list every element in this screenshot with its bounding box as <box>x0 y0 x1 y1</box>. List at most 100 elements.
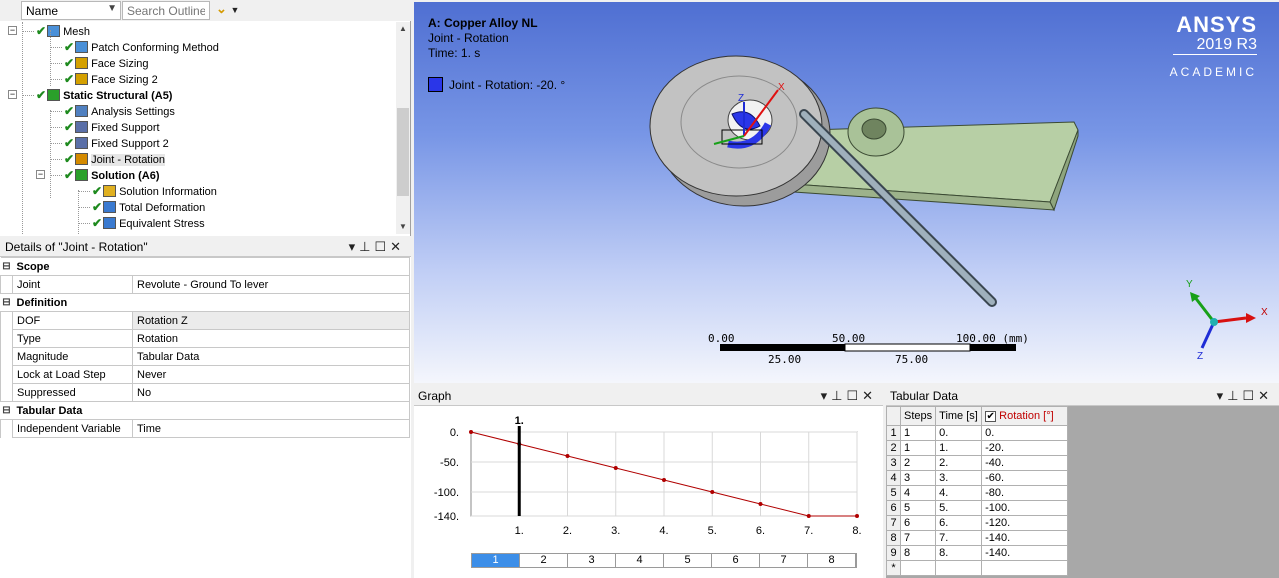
details-row[interactable]: Suppressed No <box>0 383 410 402</box>
step-cell[interactable]: 5 <box>899 500 937 516</box>
tree-item[interactable]: ✔ Solution Information <box>92 183 217 199</box>
maximize-icon[interactable]: ☐ <box>1242 388 1258 403</box>
details-row[interactable]: DOF Rotation Z <box>0 311 410 330</box>
time-cell[interactable]: 7. <box>935 530 983 546</box>
maximize-icon[interactable]: ☐ <box>374 239 390 254</box>
search-outline-input[interactable] <box>122 1 210 20</box>
details-row[interactable]: Joint Revolute - Ground To lever <box>0 275 410 294</box>
step-cell[interactable]: 2 <box>899 455 937 471</box>
empty-cell[interactable] <box>899 560 937 576</box>
rotation-cell[interactable]: -140. <box>981 530 1069 546</box>
close-icon[interactable]: ✕ <box>862 388 877 403</box>
rotation-cell[interactable]: -40. <box>981 455 1069 471</box>
details-value[interactable]: No <box>132 383 410 402</box>
step-cell[interactable]: 6 <box>899 515 937 531</box>
step-cell[interactable]: 1 <box>472 554 520 567</box>
scroll-up-icon[interactable]: ▲ <box>399 24 407 33</box>
time-cell[interactable]: 6. <box>935 515 983 531</box>
details-value[interactable]: Revolute - Ground To lever <box>132 275 410 294</box>
step-cell[interactable]: 3 <box>568 554 616 567</box>
rotation-cell[interactable]: -120. <box>981 515 1069 531</box>
tree-item[interactable]: ✔ Static Structural (A5) <box>36 87 172 103</box>
tabular-window-buttons[interactable]: ▾⊥☐✕ <box>1217 388 1273 404</box>
data-point[interactable] <box>855 514 859 518</box>
step-cell[interactable]: 8 <box>899 545 937 561</box>
name-dropdown[interactable]: Name ▼ <box>21 1 121 20</box>
step-cell[interactable]: 6 <box>712 554 760 567</box>
pin-icon[interactable]: ⊥ <box>359 239 374 254</box>
details-value[interactable]: Time <box>132 419 410 438</box>
dropdown-icon[interactable]: ▾ <box>821 388 832 403</box>
table-row[interactable]: 6 5 5. -100. <box>886 500 1069 516</box>
column-header[interactable]: Time [s] <box>935 406 983 426</box>
data-point[interactable] <box>613 466 618 470</box>
details-group[interactable]: ⊟ Scope <box>0 257 410 276</box>
collapse-toggle[interactable]: − <box>8 90 17 99</box>
time-cell[interactable]: 3. <box>935 470 983 486</box>
details-group[interactable]: ⊟ Tabular Data <box>0 401 410 420</box>
time-cell[interactable]: 0. <box>935 425 983 441</box>
step-cell[interactable]: 1 <box>899 425 937 441</box>
graph-window-buttons[interactable]: ▾⊥☐✕ <box>821 388 877 404</box>
collapse-toggle[interactable]: − <box>8 26 17 35</box>
filter-dropdown-icon[interactable]: ⌄ ▼ <box>216 1 244 20</box>
column-header[interactable]: ✔ Rotation [°] <box>981 406 1069 426</box>
table-row[interactable]: 9 8 8. -140. <box>886 545 1069 561</box>
step-cell[interactable]: 5 <box>664 554 712 567</box>
pin-icon[interactable]: ⊥ <box>831 388 846 403</box>
data-point[interactable] <box>565 454 570 458</box>
tree-item[interactable]: ✔ Face Sizing 2 <box>64 71 158 87</box>
pin-icon[interactable]: ⊥ <box>1227 388 1242 403</box>
step-cell[interactable]: 2 <box>520 554 568 567</box>
outline-scrollbar[interactable]: ▲ ▼ <box>396 22 410 234</box>
graph-step-bar[interactable]: 12345678 <box>471 553 857 568</box>
data-point[interactable] <box>806 514 811 518</box>
table-row[interactable]: 5 4 4. -80. <box>886 485 1069 501</box>
rotation-cell[interactable]: 0. <box>981 425 1069 441</box>
tree-item[interactable]: ✔ Joint - Rotation <box>64 151 166 167</box>
step-cell[interactable]: 4 <box>899 485 937 501</box>
tree-item[interactable]: ✔ Equivalent Stress <box>92 215 205 231</box>
details-row[interactable]: Magnitude Tabular Data <box>0 347 410 366</box>
scroll-thumb[interactable] <box>397 108 409 196</box>
step-cell[interactable]: 8 <box>808 554 856 567</box>
details-row[interactable]: Lock at Load Step Never <box>0 365 410 384</box>
collapse-icon[interactable]: ⊟ <box>0 257 13 276</box>
data-point[interactable] <box>710 490 715 494</box>
tree-item[interactable]: ✔ Total Deformation <box>92 199 205 215</box>
table-row[interactable]: 1 1 0. 0. <box>886 425 1069 441</box>
table-row[interactable]: 4 3 3. -60. <box>886 470 1069 486</box>
triad-origin[interactable] <box>1210 318 1218 326</box>
close-icon[interactable]: ✕ <box>1258 388 1273 403</box>
details-row[interactable]: Type Rotation <box>0 329 410 348</box>
table-row[interactable]: 2 1 1. -20. <box>886 440 1069 456</box>
tree-item[interactable]: ✔ Analysis Settings <box>64 103 175 119</box>
checkbox-icon[interactable]: ✔ <box>985 411 997 422</box>
graphics-viewport[interactable]: A: Copper Alloy NL Joint - Rotation Time… <box>414 2 1279 383</box>
details-group[interactable]: ⊟ Definition <box>0 293 410 312</box>
time-cell[interactable]: 2. <box>935 455 983 471</box>
collapse-toggle[interactable]: − <box>36 170 45 179</box>
data-point[interactable] <box>662 478 666 482</box>
collapse-icon[interactable]: ⊟ <box>0 401 13 420</box>
collapse-icon[interactable]: ⊟ <box>0 293 13 312</box>
rotation-cell[interactable]: -80. <box>981 485 1069 501</box>
data-point[interactable] <box>469 430 473 434</box>
step-cell[interactable]: 4 <box>616 554 664 567</box>
new-row[interactable]: * <box>886 560 1069 576</box>
tree-item[interactable]: ✔ Fixed Support <box>64 119 160 135</box>
time-cell[interactable]: 8. <box>935 545 983 561</box>
details-value[interactable]: Rotation Z <box>132 311 410 330</box>
step-cell[interactable]: 1 <box>899 440 937 456</box>
empty-cell[interactable] <box>935 560 983 576</box>
dropdown-icon[interactable]: ▾ <box>1217 388 1228 403</box>
rotation-cell[interactable]: -100. <box>981 500 1069 516</box>
tree-item[interactable]: ✔ Fixed Support 2 <box>64 135 169 151</box>
tree-item[interactable]: ✔ Mesh <box>36 23 90 39</box>
table-row[interactable]: 8 7 7. -140. <box>886 530 1069 546</box>
rotation-cell[interactable]: -20. <box>981 440 1069 456</box>
rotation-cell[interactable]: -60. <box>981 470 1069 486</box>
tree-item[interactable]: ✔ Solution (A6) <box>64 167 160 183</box>
tree-item[interactable]: ✔ Patch Conforming Method <box>64 39 219 55</box>
column-header[interactable]: Steps <box>899 406 937 426</box>
